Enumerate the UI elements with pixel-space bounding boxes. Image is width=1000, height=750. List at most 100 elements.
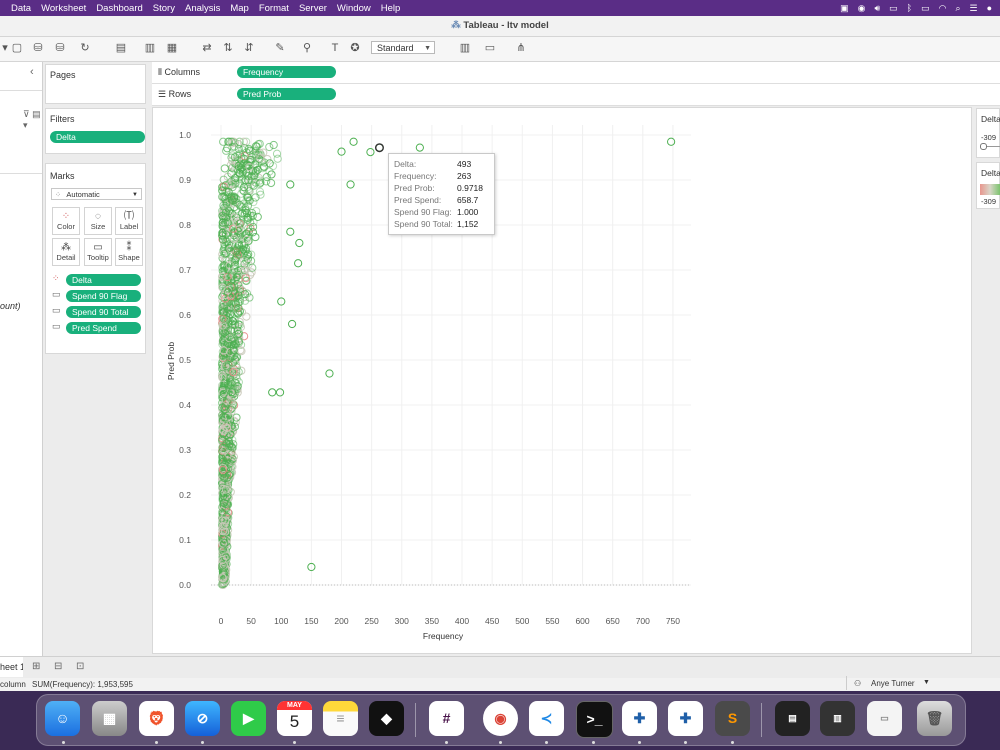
range-slider-handle[interactable] <box>980 143 987 150</box>
x-axis-title[interactable]: Frequency <box>413 631 473 641</box>
divider <box>0 173 42 174</box>
launchpad-icon[interactable]: ▦ <box>92 701 127 736</box>
control-center-icon[interactable]: ☰ <box>969 3 977 14</box>
facetime-icon[interactable]: ▶ <box>231 701 266 736</box>
filter-pill-delta[interactable]: Delta <box>50 131 145 143</box>
window-thumbnail-icon[interactable]: ▤ <box>775 701 810 736</box>
clear-sheet-icon[interactable]: ▦ <box>165 41 179 55</box>
menu-server[interactable]: Server <box>299 3 327 14</box>
color-button[interactable]: ⁘ Color <box>52 207 80 235</box>
sheet-tab-active[interactable]: heet 1 <box>0 657 23 677</box>
new-story-icon[interactable]: ⊡ <box>76 661 84 672</box>
fit-dropdown[interactable]: Standard ▼ <box>371 41 435 54</box>
rows-shelf[interactable]: ☰ Rows Pred Prob <box>152 84 1000 106</box>
notes-icon[interactable]: ≡ <box>323 701 358 736</box>
pin-icon[interactable]: ✪ <box>348 41 362 55</box>
sort-desc-icon[interactable]: ⇵ <box>242 41 256 55</box>
new-datasource-icon[interactable]: ⛁ <box>31 41 45 55</box>
tableau-icon[interactable]: ✚ <box>622 701 657 736</box>
calendar-month: MAY <box>277 701 312 710</box>
mark-pill-delta[interactable]: Delta <box>66 274 141 286</box>
calendar-icon[interactable]: MAY 5 <box>277 701 312 736</box>
menu-data[interactable]: Data <box>11 3 31 14</box>
chrome-icon[interactable]: ◉ <box>483 701 518 736</box>
detail-button[interactable]: ⁂ Detail <box>52 238 80 266</box>
scatter-chart[interactable]: 0 50 100 150 200 250 300 350 400 450 500 550 600 650 7… <box>153 108 971 653</box>
swap-icon[interactable]: ⇄ <box>200 41 214 55</box>
menu-map[interactable]: Map <box>230 3 248 14</box>
rows-pill-predprob[interactable]: Pred Prob <box>237 88 336 100</box>
duplicate-sheet-icon[interactable]: ▥ <box>143 41 157 55</box>
siri-icon[interactable]: ● <box>987 3 992 13</box>
bluetooth-icon[interactable]: ᛒ <box>907 3 912 13</box>
new-dashboard-icon[interactable]: ⊟ <box>54 661 62 672</box>
y-axis-title[interactable]: Pred Prob <box>166 341 176 381</box>
wifi-icon[interactable]: ◠ <box>939 3 947 14</box>
brave-icon[interactable]: 🦁︎ <box>139 701 174 736</box>
tidal-icon[interactable]: ◆ <box>369 701 404 736</box>
menu-analysis[interactable]: Analysis <box>185 3 220 14</box>
filters-card[interactable]: Filters Delta <box>45 108 146 154</box>
user-menu[interactable]: ⚇ Anye Turner ▼ <box>846 676 935 690</box>
new-worksheet-icon[interactable]: ▤ <box>114 41 128 55</box>
detail-label: Detail <box>56 253 76 262</box>
pages-card[interactable]: Pages <box>45 64 146 104</box>
toolbar: ▾ ▢ ⛁ ⛁ ↻ ▤ ▥ ▦ ⇄ ⇅ ⇵ ✎ ⚲ T ✪ Standard ▼… <box>0 37 1000 62</box>
new-sheet-icon[interactable]: ⊞ <box>32 661 40 672</box>
menu-format[interactable]: Format <box>259 3 289 14</box>
sort-asc-icon[interactable]: ⇅ <box>221 41 235 55</box>
delta-filter-card[interactable]: Delta -309 <box>976 108 1000 158</box>
sublime-icon[interactable]: S <box>715 701 750 736</box>
vscode-icon[interactable]: ≺ <box>529 701 564 736</box>
size-button[interactable]: ◌ Size <box>84 207 112 235</box>
menu-window[interactable]: Window <box>337 3 371 14</box>
terminal-icon[interactable]: >_ <box>576 701 613 738</box>
tableau-icon[interactable]: ✚ <box>668 701 703 736</box>
columns-pill-frequency[interactable]: Frequency <box>237 66 336 78</box>
presentation-icon[interactable]: ▭ <box>483 41 497 55</box>
window-thumbnail-icon[interactable]: ▥ <box>820 701 855 736</box>
mark-pill-spend90flag[interactable]: Spend 90 Flag <box>66 290 141 302</box>
ink-icon[interactable]: ▣ <box>840 3 849 14</box>
menu-story[interactable]: Story <box>153 3 175 14</box>
refresh-icon[interactable]: ↻ <box>78 41 92 55</box>
shape-button[interactable]: ⁑ Shape <box>115 238 143 266</box>
collapse-icon[interactable]: ‹ <box>30 66 34 78</box>
record-icon[interactable]: ◉ <box>858 3 866 14</box>
trash-icon[interactable]: 🗑︎ <box>917 701 952 736</box>
menu-dashboard[interactable]: Dashboard <box>96 3 142 14</box>
slack-icon[interactable]: # <box>429 701 464 736</box>
show-me-icon[interactable]: ▥ <box>458 41 472 55</box>
highlight-icon[interactable]: ✎ <box>273 41 287 55</box>
menu-worksheet[interactable]: Worksheet <box>41 3 86 14</box>
rows-shelf-label: ☰ Rows <box>158 89 191 100</box>
columns-icon: ⦀ <box>158 67 162 77</box>
datasource-icon[interactable]: ⛁ <box>53 41 67 55</box>
measure-count-label[interactable]: ount) <box>0 301 21 311</box>
scatter-point <box>415 143 424 152</box>
group-icon[interactable]: ⚲ <box>300 41 314 55</box>
label-button[interactable]: 🄣 Label <box>115 207 143 235</box>
finder-icon[interactable]: ☺ <box>45 701 80 736</box>
safari-icon[interactable]: ⊘ <box>185 701 220 736</box>
mark-pill-predspend[interactable]: Pred Spend <box>66 322 141 334</box>
window-thumbnail-icon[interactable]: ▭ <box>867 701 902 736</box>
search-icon[interactable]: ⌕ <box>955 3 960 14</box>
volume-icon[interactable]: 🔊︎ <box>874 3 880 14</box>
labels-icon[interactable]: T <box>328 41 342 55</box>
battery-icon[interactable]: ▭ <box>921 3 930 14</box>
mark-pill-spend90total[interactable]: Spend 90 Total <box>66 306 141 318</box>
save-icon[interactable]: ▢ <box>10 41 24 55</box>
tooltip-label: Tooltip <box>87 253 109 262</box>
tooltip-button[interactable]: ▭ Tooltip <box>84 238 112 266</box>
mark-type-dropdown[interactable]: ⁘ Automatic ▼ <box>51 188 142 200</box>
menu-help[interactable]: Help <box>381 3 401 14</box>
filter-fields-icon[interactable]: ⊽ ▤ ▾ <box>23 109 42 131</box>
x-tick-label: 200 <box>334 616 348 626</box>
share-icon[interactable]: ⋔ <box>514 41 528 55</box>
columns-shelf[interactable]: ⦀ Columns Frequency <box>152 62 1000 84</box>
display-icon[interactable]: ▭ <box>889 3 898 14</box>
tableau-doc-icon: ⁂ <box>451 20 461 31</box>
tooltip-key: Delta: <box>394 159 417 169</box>
delta-color-legend[interactable]: Delta -309 <box>976 162 1000 209</box>
